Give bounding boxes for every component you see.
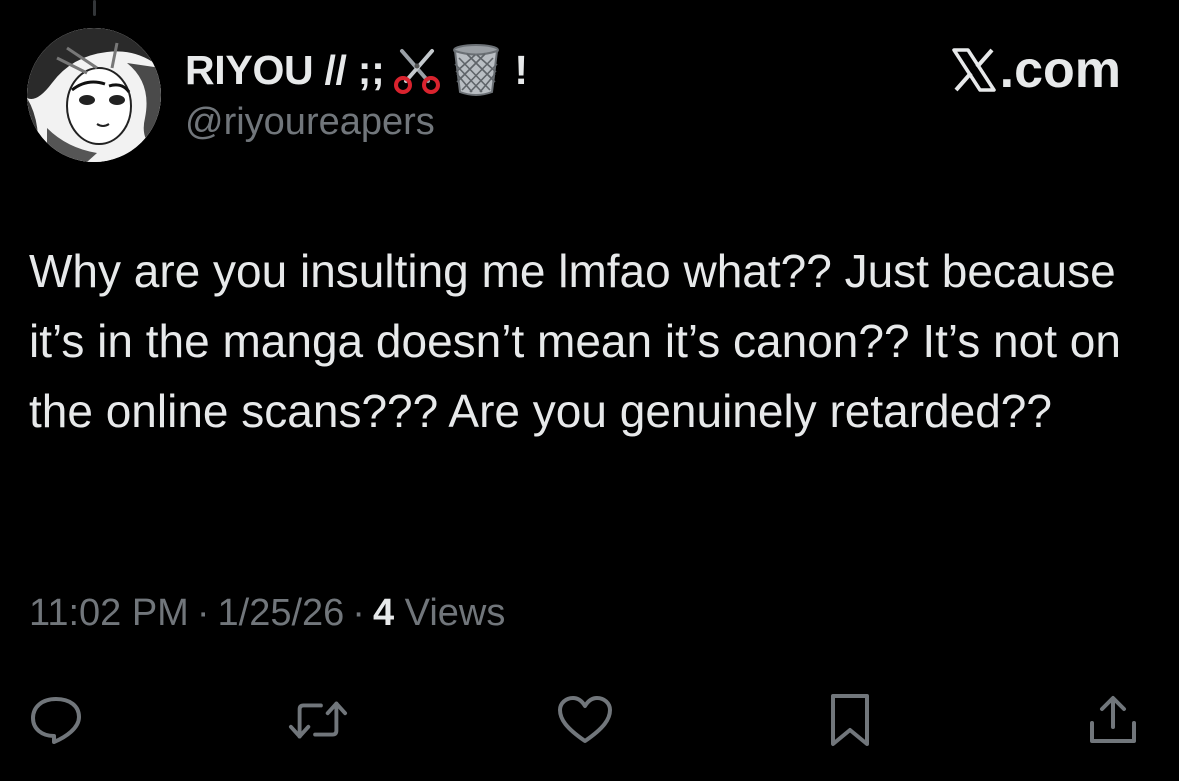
meta-separator: · <box>196 592 210 634</box>
heart-icon <box>558 696 612 743</box>
share-icon <box>1090 696 1136 743</box>
share-button[interactable] <box>1083 690 1143 750</box>
views-count: 4 <box>372 592 395 634</box>
wastebasket-emoji-icon <box>450 42 502 98</box>
reply-icon <box>31 697 81 744</box>
avatar[interactable] <box>27 28 161 162</box>
avatar-image <box>27 28 161 162</box>
tweet-action-bar <box>0 690 1179 750</box>
bookmark-button[interactable] <box>820 690 880 750</box>
tweet-date[interactable]: 1/25/26 <box>218 592 345 634</box>
bookmark-icon <box>831 694 869 746</box>
reply-button[interactable] <box>26 690 86 750</box>
tweet-metadata: 11:02 PM · 1/25/26 · 4 Views <box>29 592 505 635</box>
retweet-button[interactable] <box>288 690 348 750</box>
x-logo-icon <box>951 48 996 92</box>
scissors-emoji-icon <box>392 45 442 95</box>
tweet-text: Why are you insulting me lmfao what?? Ju… <box>29 245 1121 437</box>
author-handle[interactable]: @riyoureapers <box>185 101 435 144</box>
thread-connector-line <box>93 0 96 16</box>
meta-separator: · <box>352 592 365 634</box>
author-name-row[interactable]: RIYOU // ;; ! <box>185 42 528 98</box>
author-name-suffix: ! <box>514 46 529 93</box>
tweet-time[interactable]: 11:02 PM <box>29 592 189 634</box>
brand-domain-label: .com <box>999 41 1121 99</box>
like-button[interactable] <box>555 690 615 750</box>
retweet-icon <box>288 701 348 739</box>
views-label: Views <box>404 592 506 634</box>
brand-watermark: .com <box>951 40 1121 100</box>
author-display-name: RIYOU // ;; <box>185 46 385 93</box>
